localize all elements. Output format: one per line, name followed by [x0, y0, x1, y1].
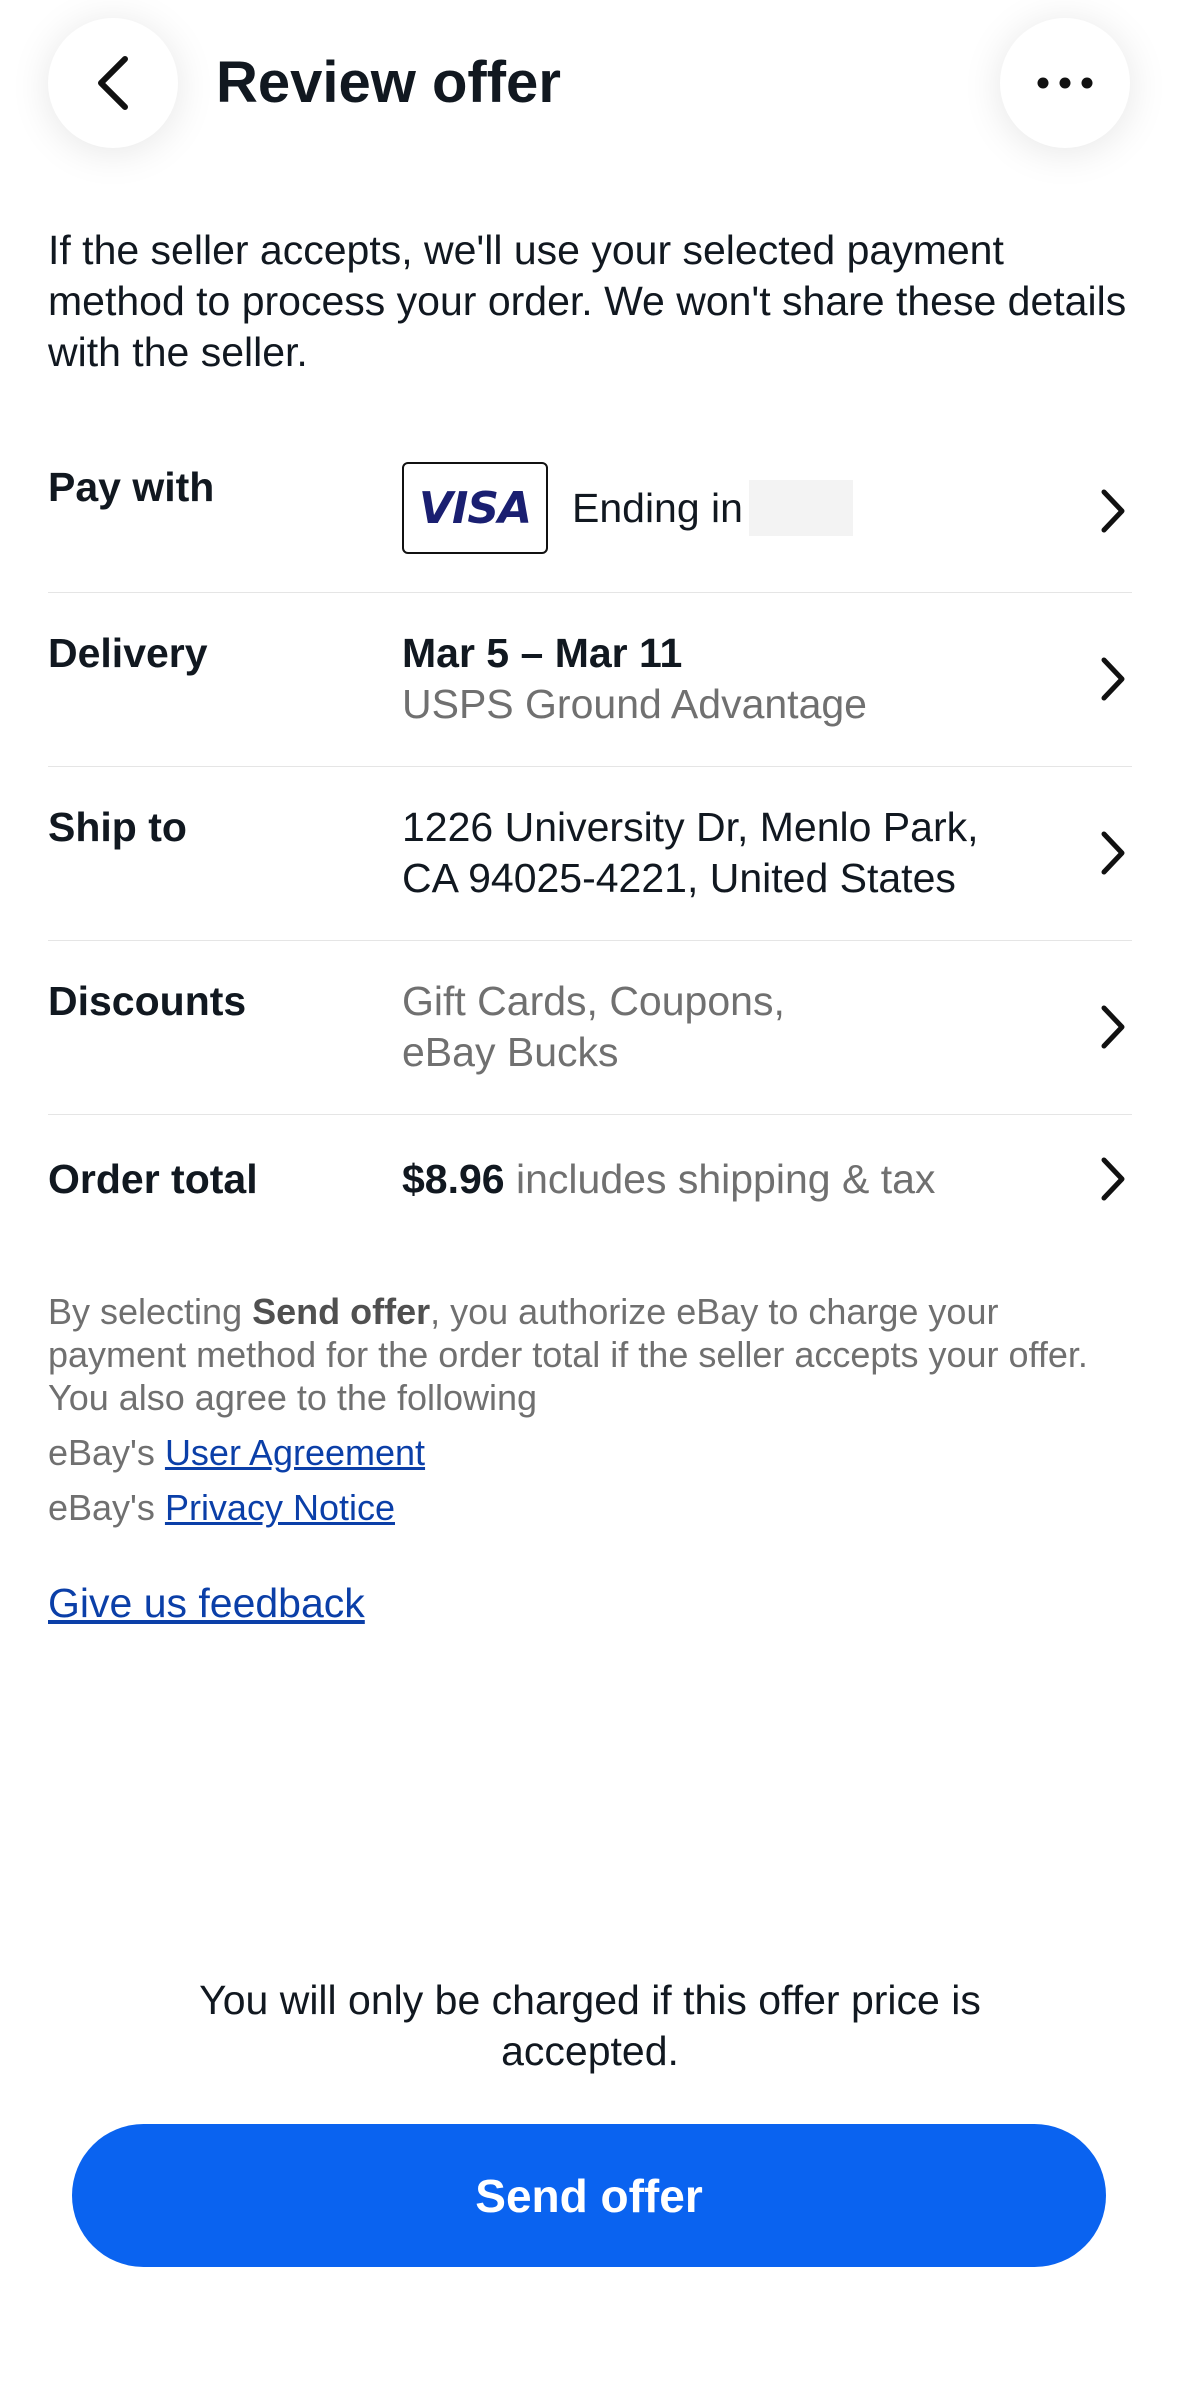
ship-to-label: Ship to — [48, 804, 187, 850]
discounts-row[interactable]: Discounts Gift Cards, Coupons, eBay Buck… — [48, 940, 1132, 1115]
pay-with-label: Pay with — [48, 464, 215, 510]
order-total-row[interactable]: Order total $8.96 includes shipping & ta… — [48, 1114, 1132, 1244]
delivery-dates: Mar 5 – Mar 11 — [402, 630, 683, 676]
chevron-left-icon — [98, 56, 128, 110]
legal-text: By selecting Send offer, you authorize e… — [48, 1290, 1138, 1529]
chevron-right-icon — [1101, 657, 1125, 701]
discounts-line-1: Gift Cards, Coupons, — [402, 978, 785, 1024]
delivery-row[interactable]: Delivery Mar 5 – Mar 11 USPS Ground Adva… — [48, 592, 1132, 767]
delivery-value: Mar 5 – Mar 11 USPS Ground Advantage — [402, 628, 867, 730]
authorization-text: By selecting Send offer, you authorize e… — [48, 1291, 1088, 1418]
header: Review offer — [0, 0, 1179, 170]
address-line-1: 1226 University Dr, Menlo Park, — [402, 804, 979, 850]
more-options-button[interactable] — [1000, 18, 1130, 148]
send-offer-button[interactable]: Send offer — [72, 2124, 1106, 2267]
page-title: Review offer — [216, 50, 561, 115]
order-total-label: Order total — [48, 1156, 258, 1202]
delivery-service: USPS Ground Advantage — [402, 681, 867, 727]
privacy-notice-link[interactable]: Privacy Notice — [165, 1487, 395, 1528]
discounts-line-2: eBay Bucks — [402, 1029, 619, 1075]
charge-notice: You will only be charged if this offer p… — [199, 1977, 981, 2074]
order-total-amount: $8.96 — [402, 1156, 505, 1202]
discounts-label: Discounts — [48, 978, 247, 1024]
privacy-notice-line: eBay's Privacy Notice — [48, 1487, 395, 1528]
card-number-mask — [748, 480, 853, 536]
chevron-right-icon — [1101, 1005, 1125, 1049]
address-line-2: CA 94025-4221, United States — [402, 855, 956, 901]
discounts-value: Gift Cards, Coupons, eBay Bucks — [402, 976, 785, 1078]
give-feedback-link[interactable]: Give us feedback — [48, 1578, 365, 1628]
user-agreement-line: eBay's User Agreement — [48, 1432, 426, 1473]
intro-text: If the seller accepts, we'll use your se… — [48, 227, 1127, 375]
pay-with-row[interactable]: Pay with VISA Ending in — [48, 440, 1132, 593]
ship-to-row[interactable]: Ship to 1226 University Dr, Menlo Park, … — [48, 766, 1132, 941]
chevron-right-icon — [1101, 489, 1125, 533]
delivery-label: Delivery — [48, 630, 208, 676]
visa-card-icon: VISA — [402, 462, 548, 554]
chevron-right-icon — [1101, 831, 1125, 875]
chevron-right-icon — [1101, 1157, 1125, 1201]
ship-to-address: 1226 University Dr, Menlo Park, CA 94025… — [402, 802, 979, 904]
user-agreement-link[interactable]: User Agreement — [165, 1432, 425, 1473]
order-total-suffix: includes shipping & tax — [516, 1156, 936, 1202]
pay-with-value: VISA Ending in — [402, 462, 853, 554]
order-total-value: $8.96 includes shipping & tax — [402, 1154, 935, 1205]
back-button[interactable] — [48, 18, 178, 148]
card-ending-text: Ending in — [572, 484, 743, 531]
more-horizontal-icon — [1037, 77, 1093, 89]
